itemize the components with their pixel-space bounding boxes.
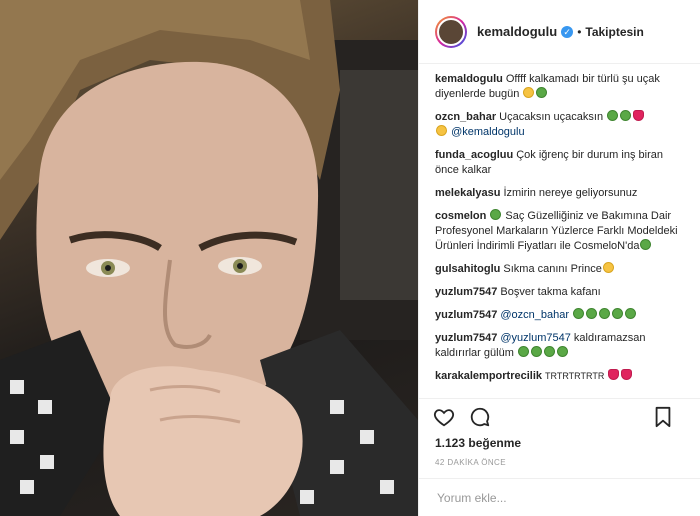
comment-text: TRTRTRTRTR <box>545 371 605 381</box>
emoji-icon <box>556 346 568 357</box>
emoji-icon <box>625 308 637 319</box>
comment-username[interactable]: cosmelon <box>435 210 486 222</box>
list-item: cosmelon Saç Güzelliğiniz ve Bakımına Da… <box>435 209 685 254</box>
emoji-heart-icon <box>621 369 633 380</box>
selfie-illustration <box>0 0 418 516</box>
post-username[interactable]: kemaldogulu <box>477 24 557 39</box>
comment-username[interactable]: yuzlum7547 <box>435 286 497 298</box>
mention-link[interactable]: @ozcn_bahar <box>500 309 569 321</box>
emoji-icon <box>640 239 652 250</box>
emoji-icon <box>573 308 585 319</box>
emoji-icon <box>536 87 548 98</box>
comment-text: Uçacaksın uçacaksın <box>499 111 604 123</box>
avatar[interactable] <box>435 15 467 48</box>
follow-status-button[interactable]: Takiptesin <box>585 25 643 39</box>
comment-text: İzmirin nereye geliyorsunuz <box>503 187 638 199</box>
comments-list[interactable]: kemaldogulu Offff kalkamadı bir türlü şu … <box>419 64 700 394</box>
comment-text: Sıkma canını Prince <box>503 263 602 275</box>
emoji-face-icon <box>602 262 614 273</box>
comment-username[interactable]: gulsahitoglu <box>435 263 500 275</box>
emoji-icon <box>620 110 632 121</box>
comment-username[interactable]: kemaldogulu <box>435 73 503 85</box>
comment-bubble-icon[interactable] <box>469 406 491 428</box>
comment-username[interactable]: funda_acogluu <box>435 149 513 161</box>
comment-username[interactable]: yuzlum7547 <box>435 332 497 344</box>
list-item: ozcn_bahar Uçacaksın uçacaksın @kemaldogu… <box>435 110 685 140</box>
like-count[interactable]: 1.123 beğenme <box>435 436 521 450</box>
list-item: yuzlum7547 @ozcn_bahar <box>435 308 685 323</box>
emoji-icon <box>517 346 529 357</box>
emoji-heart-icon <box>608 369 620 380</box>
list-item: yuzlum7547 @yuzlum7547 kaldıramazsan kald… <box>435 331 685 361</box>
comment-username[interactable]: karakalemportrecilik <box>435 370 542 382</box>
emoji-icon <box>586 308 598 319</box>
post-timestamp: 42 DAKİKA ÖNCE <box>435 458 506 467</box>
comment-username[interactable]: yuzlum7547 <box>435 309 497 321</box>
comment-input[interactable] <box>435 489 685 506</box>
post-header: kemaldogulu ✓ • Takiptesin <box>419 0 700 64</box>
list-item: gulsahitoglu Sıkma canını Prince <box>435 262 685 277</box>
post-photo[interactable] <box>0 0 418 516</box>
verified-badge-icon: ✓ <box>561 25 574 38</box>
list-item: melekalyasu İzmirin nereye geliyorsunuz <box>435 186 685 201</box>
post-side-panel: kemaldogulu ✓ • Takiptesin kemaldogulu Of… <box>418 0 700 516</box>
comment-username[interactable]: ozcn_bahar <box>435 111 496 123</box>
emoji-face-icon <box>523 87 535 98</box>
emoji-icon <box>612 308 624 319</box>
heart-icon[interactable] <box>433 406 455 428</box>
emoji-icon <box>599 308 611 319</box>
add-comment-bar <box>419 478 700 516</box>
emoji-icon <box>607 110 619 121</box>
list-item: karakalemportrecilik TRTRTRTRTR <box>435 369 685 384</box>
mention-link[interactable]: @kemaldogulu <box>451 126 525 138</box>
emoji-face-icon <box>436 125 447 136</box>
list-item: yuzlum7547 Boşver takma kafanı <box>435 285 685 300</box>
post-actions-bar <box>419 398 700 434</box>
list-item: funda_acogluu Çok iğrenç bir durum inş bi… <box>435 148 685 178</box>
comment-username[interactable]: melekalyasu <box>435 187 500 199</box>
list-item: kemaldogulu Offff kalkamadı bir türlü şu … <box>435 72 685 102</box>
instagram-post-view: kemaldogulu ✓ • Takiptesin kemaldogulu Of… <box>0 0 700 516</box>
emoji-heart-icon <box>633 110 645 121</box>
emoji-icon <box>543 346 555 357</box>
emoji-icon <box>490 209 502 220</box>
bookmark-icon[interactable] <box>653 406 673 428</box>
separator-dot: • <box>577 24 582 39</box>
emoji-icon <box>530 346 542 357</box>
mention-link[interactable]: @yuzlum7547 <box>500 332 570 344</box>
comment-text: Boşver takma kafanı <box>500 286 601 298</box>
